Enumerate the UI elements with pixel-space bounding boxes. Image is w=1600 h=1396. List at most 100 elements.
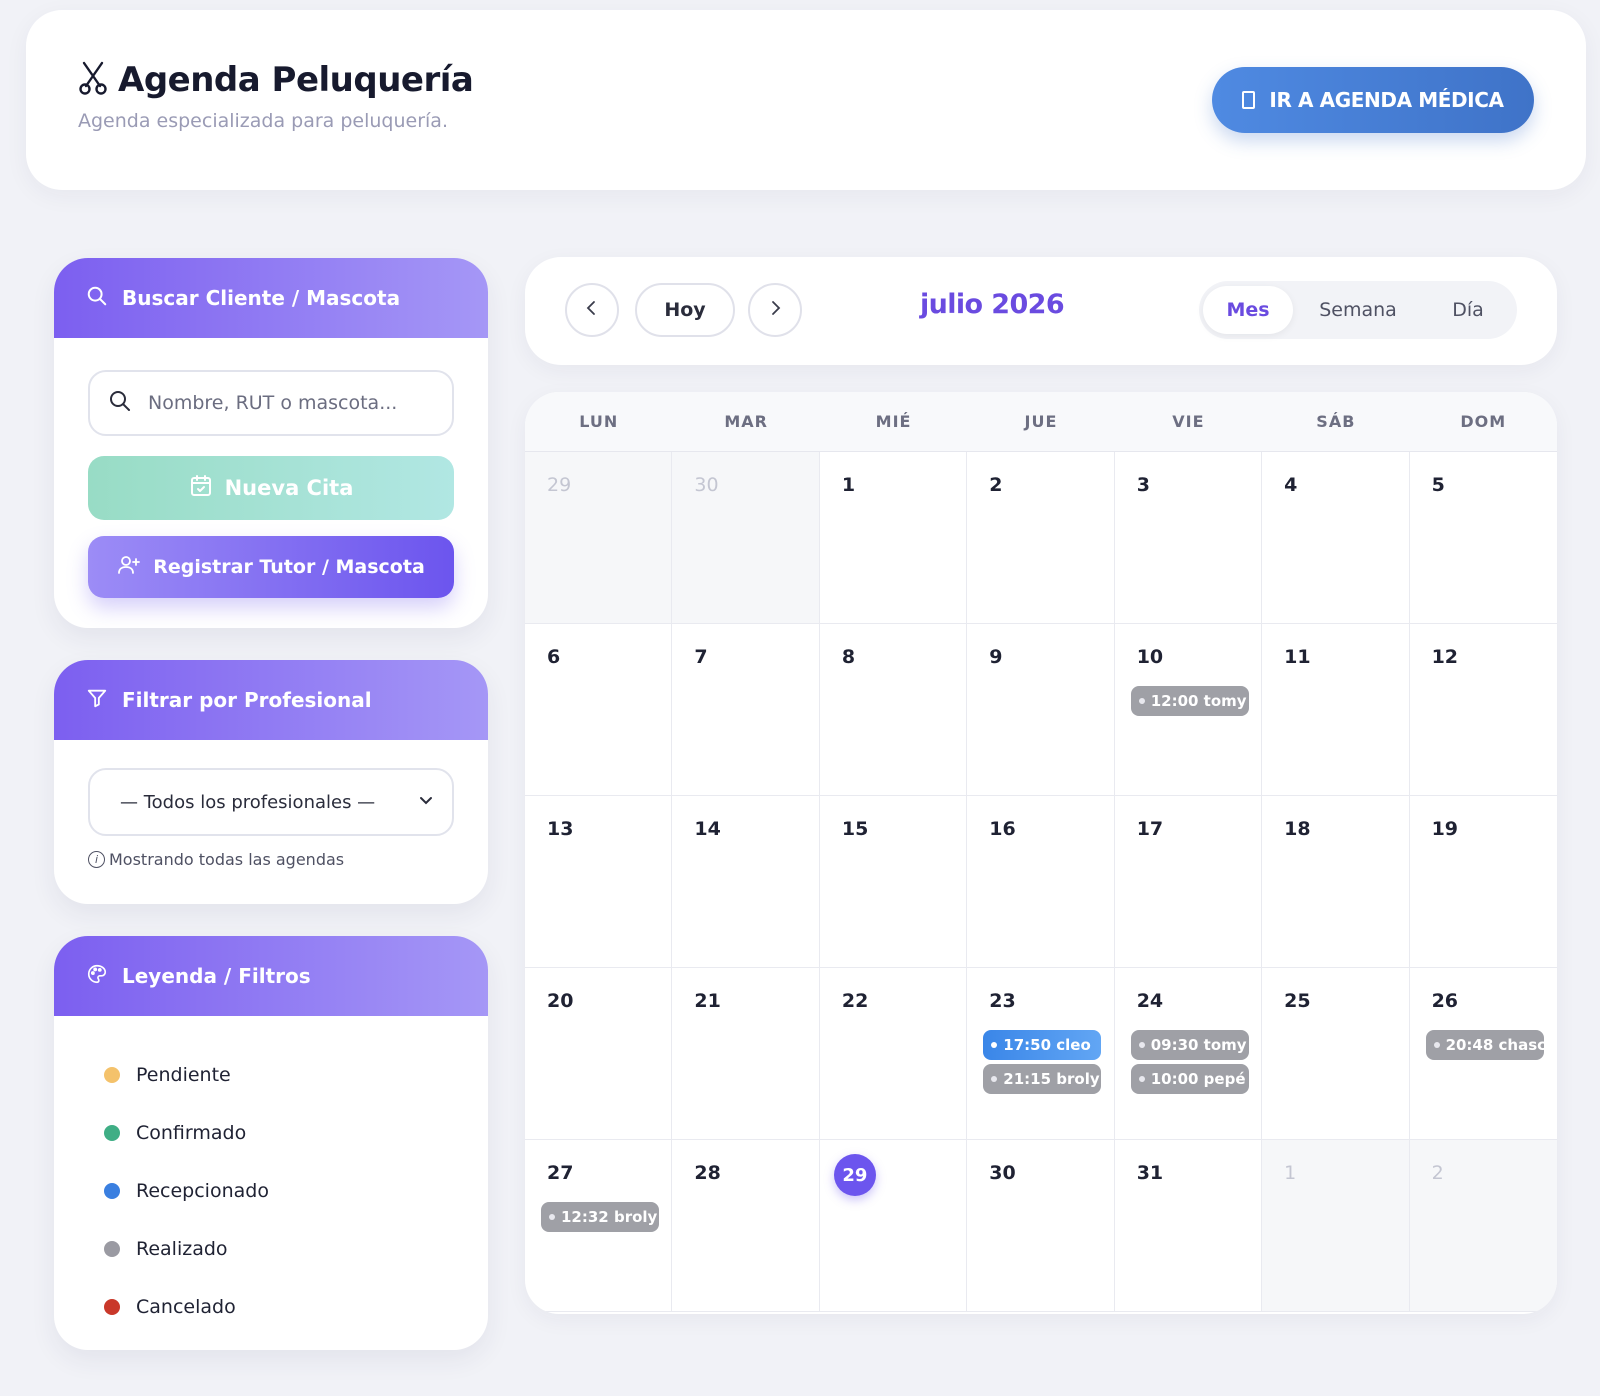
day-number: 9 xyxy=(989,646,1003,668)
legend-item-cancelado[interactable]: Cancelado xyxy=(104,1278,269,1336)
prev-month-button[interactable] xyxy=(565,283,619,337)
calendar-day-cell[interactable]: 25 xyxy=(1262,968,1410,1140)
calendar-day-cell[interactable]: 24 09:30 tomy 10:00 pepé xyxy=(1114,968,1263,1140)
legend-label: Pendiente xyxy=(136,1064,231,1086)
day-number: 30 xyxy=(989,1162,1016,1184)
weekday-label: MAR xyxy=(724,412,768,431)
calendar-day-cell[interactable]: 30 xyxy=(967,1140,1115,1312)
today-button[interactable]: Hoy xyxy=(635,283,735,337)
tab-mes[interactable]: Mes xyxy=(1203,286,1293,334)
search-panel: Buscar Cliente / Mascota Nueva Cita Regi… xyxy=(54,258,488,628)
calendar-day-cell[interactable]: 13 xyxy=(525,796,673,968)
status-dot xyxy=(104,1125,120,1141)
new-appointment-label: Nueva Cita xyxy=(224,476,354,500)
legend-panel-header: Leyenda / Filtros xyxy=(54,936,488,1016)
filter-panel-header: Filtrar por Profesional xyxy=(54,660,488,740)
calendar-day-cell[interactable]: 3 xyxy=(1114,452,1263,624)
appointment-chip[interactable]: 21:15 broly xyxy=(983,1064,1102,1094)
calendar-day-cell[interactable]: 31 xyxy=(1114,1140,1263,1312)
search-icon xyxy=(108,389,132,417)
chevron-left-icon xyxy=(583,299,601,321)
calendar-day-cell[interactable]: 19 xyxy=(1409,796,1557,968)
legend-label: Realizado xyxy=(136,1238,228,1260)
appointment-chip[interactable]: 10:00 pepé xyxy=(1130,1064,1249,1094)
calendar-day-cell[interactable]: 4 xyxy=(1262,452,1410,624)
calendar-day-cell[interactable]: 8 xyxy=(819,624,968,796)
register-tutor-button[interactable]: Registrar Tutor / Mascota xyxy=(88,536,454,598)
day-number: 10 xyxy=(1136,646,1164,668)
day-number: 18 xyxy=(1284,818,1311,840)
new-appointment-button[interactable]: Nueva Cita xyxy=(88,456,454,520)
calendar-day-cell[interactable]: 7 xyxy=(672,624,820,796)
legend-panel: Leyenda / Filtros Pendiente Confirmado R… xyxy=(54,936,488,1350)
calendar-day-cell[interactable]: 9 xyxy=(967,624,1115,796)
calendar-day-cell[interactable]: 26 20:48 chasc xyxy=(1409,968,1557,1140)
medical-agenda-button[interactable]: IR A AGENDA MÉDICA xyxy=(1212,67,1534,133)
calendar-check-icon xyxy=(189,474,213,503)
legend-item-pendiente[interactable]: Pendiente xyxy=(104,1046,269,1104)
calendar-day-cell[interactable]: 5 xyxy=(1409,452,1557,624)
day-number: 24 xyxy=(1136,990,1164,1012)
calendar-day-cell[interactable]: 2 xyxy=(967,452,1115,624)
calendar-day-cell[interactable]: 29 xyxy=(525,452,673,624)
day-number: 12 xyxy=(1431,646,1459,668)
calendar-day-cell[interactable]: 30 xyxy=(672,452,820,624)
calendar-day-cell[interactable]: 29 xyxy=(819,1140,968,1312)
weekday-header: LUN MAR MIÉ JUE VIE SÁB DOM xyxy=(525,392,1557,452)
legend-label: Cancelado xyxy=(136,1296,236,1318)
chevron-down-icon xyxy=(418,792,434,813)
next-month-button[interactable] xyxy=(748,283,802,337)
status-dot xyxy=(549,1214,555,1220)
calendar-day-cell[interactable]: 11 xyxy=(1262,624,1410,796)
appointment-chip[interactable]: 12:32 broly xyxy=(541,1202,659,1232)
calendar-day-cell[interactable]: 21 xyxy=(672,968,820,1140)
status-dot xyxy=(1138,1076,1145,1082)
appointment-chip[interactable]: 12:00 tomy xyxy=(1130,686,1249,716)
weekday-label: DOM xyxy=(1460,412,1507,431)
scissors-icon xyxy=(78,60,108,100)
appointment-chip[interactable]: 17:50 cleo xyxy=(983,1030,1102,1060)
search-field[interactable] xyxy=(88,370,454,436)
day-number: 31 xyxy=(1136,1162,1164,1184)
calendar-day-cell[interactable]: 1 xyxy=(1262,1140,1410,1312)
status-dot xyxy=(991,1042,998,1048)
info-icon: i xyxy=(88,851,105,868)
legend-item-realizado[interactable]: Realizado xyxy=(104,1220,269,1278)
calendar-day-cell[interactable]: 17 xyxy=(1114,796,1263,968)
calendar-day-cell[interactable]: 16 xyxy=(967,796,1115,968)
search-panel-title: Buscar Cliente / Mascota xyxy=(122,286,401,310)
calendar-day-cell[interactable]: 6 xyxy=(525,624,673,796)
weekday-label: SÁB xyxy=(1316,412,1356,431)
day-number: 30 xyxy=(694,474,719,496)
calendar-day-cell[interactable]: 20 xyxy=(525,968,673,1140)
day-number: 6 xyxy=(547,646,561,668)
view-switcher: Mes Semana Día xyxy=(1199,281,1517,339)
calendar-day-cell[interactable]: 15 xyxy=(819,796,968,968)
calendar-day-cell[interactable]: 2 xyxy=(1409,1140,1557,1312)
calendar-day-cell[interactable]: 27 12:32 broly xyxy=(525,1140,673,1312)
calendar-day-cell[interactable]: 12 xyxy=(1409,624,1557,796)
appointment-chip[interactable]: 09:30 tomy xyxy=(1130,1030,1249,1060)
filter-icon xyxy=(86,687,108,714)
day-number: 2 xyxy=(989,474,1003,496)
day-number: 22 xyxy=(841,990,869,1012)
filter-note-text: Mostrando todas las agendas xyxy=(109,850,345,869)
professional-select[interactable]: — Todos los profesionales — xyxy=(88,768,454,836)
calendar-day-cell[interactable]: 10 12:00 tomy xyxy=(1114,624,1263,796)
tab-dia[interactable]: Día xyxy=(1423,286,1513,334)
calendar-day-cell[interactable]: 18 xyxy=(1262,796,1410,968)
calendar-day-cell[interactable]: 1 xyxy=(819,452,968,624)
search-input[interactable] xyxy=(148,392,438,414)
calendar-day-cell[interactable]: 22 xyxy=(819,968,968,1140)
title-row: Agenda Peluquería xyxy=(78,60,474,100)
calendar-day-cell[interactable]: 14 xyxy=(672,796,820,968)
tab-semana[interactable]: Semana xyxy=(1293,286,1423,334)
calendar-day-cell[interactable]: 28 xyxy=(672,1140,820,1312)
header-card: Agenda Peluquería Agenda especializada p… xyxy=(26,10,1586,190)
legend-item-recepcionado[interactable]: Recepcionado xyxy=(104,1162,269,1220)
legend-item-confirmado[interactable]: Confirmado xyxy=(104,1104,269,1162)
calendar-day-cell[interactable]: 23 17:50 cleo 21:15 broly xyxy=(967,968,1115,1140)
appointment-chip[interactable]: 20:48 chasc xyxy=(1425,1030,1544,1060)
status-dot xyxy=(1138,698,1145,704)
status-dot xyxy=(1138,1042,1145,1048)
